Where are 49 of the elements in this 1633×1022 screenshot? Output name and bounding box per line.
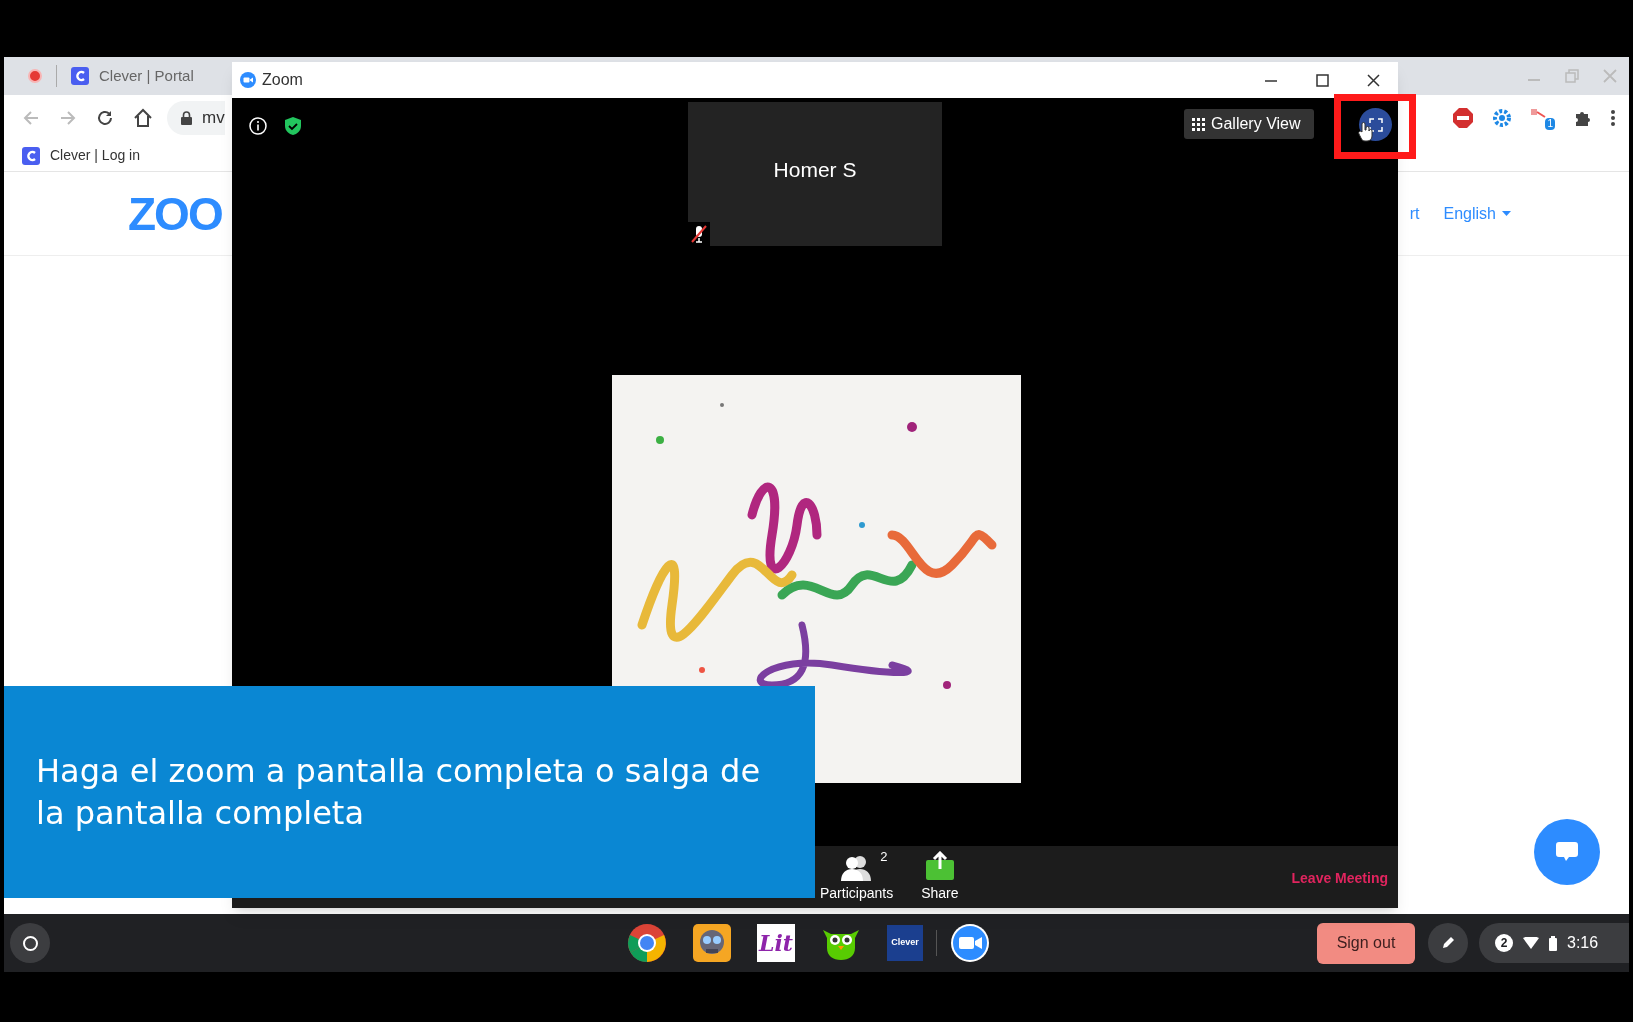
clever-app-icon[interactable]: Clever: [887, 925, 923, 961]
leave-meeting-button[interactable]: Leave Meeting: [1291, 868, 1388, 889]
browser-tab[interactable]: Clever | Portal: [71, 64, 194, 88]
grid-icon: [1192, 117, 1205, 131]
caption-text: Haga el zoom a pantalla completa o salga de la pantalla completa: [36, 751, 762, 834]
notification-count: 2: [1495, 934, 1513, 952]
stylus-button[interactable]: [1428, 923, 1468, 963]
clock: 3:16: [1567, 933, 1599, 953]
caret-icon: [1502, 211, 1511, 216]
window-title: Zoom: [262, 70, 303, 90]
launcher-button[interactable]: [10, 923, 50, 963]
chrome-icon[interactable]: [627, 923, 667, 963]
share-upload-icon: [924, 851, 955, 881]
info-icon[interactable]: [249, 117, 267, 135]
participant-name: Homer S: [773, 157, 857, 184]
chat-icon: [1556, 842, 1578, 862]
gear-icon[interactable]: [1492, 107, 1512, 128]
record-icon: [28, 69, 42, 83]
participants-button[interactable]: 2 Participants: [820, 849, 894, 904]
battery-icon: [1549, 935, 1557, 951]
robot-icon[interactable]: [693, 924, 731, 962]
reload-icon[interactable]: [96, 108, 114, 127]
bookmark-label: Clever | Log in: [50, 146, 140, 165]
clever-logo-icon: [71, 67, 89, 85]
hand-cursor-icon: [1358, 122, 1374, 142]
bookmark[interactable]: Clever | Log in: [22, 145, 140, 166]
video-camera-icon[interactable]: [950, 923, 990, 963]
share-button[interactable]: Share: [921, 849, 959, 904]
close-icon[interactable]: [1367, 73, 1380, 87]
shield-icon[interactable]: [285, 117, 301, 135]
camera-logo-icon: [240, 72, 256, 88]
home-icon[interactable]: [133, 107, 153, 128]
address-bar[interactable]: mv: [167, 100, 225, 135]
participant-count: 2: [880, 848, 888, 866]
wifi-icon: [1523, 937, 1539, 949]
lit-app-icon[interactable]: Lit: [757, 924, 795, 962]
tab-title: Clever | Portal: [99, 65, 194, 86]
expand-icon: [1368, 117, 1383, 132]
address-text: mv: [202, 106, 225, 129]
pen-icon: [1440, 935, 1456, 951]
clever-logo-icon: [22, 146, 40, 165]
lock-icon: [181, 110, 192, 125]
sign-out-button[interactable]: Sign out: [1317, 922, 1415, 964]
menu-icon[interactable]: [1611, 109, 1615, 126]
maximize-icon[interactable]: [1316, 73, 1329, 87]
octagon-icon[interactable]: [1453, 107, 1473, 128]
status-area[interactable]: 2 3:16: [1479, 923, 1629, 963]
gallery-view-button[interactable]: Gallery View: [1184, 109, 1314, 139]
people-icon: [839, 855, 874, 881]
